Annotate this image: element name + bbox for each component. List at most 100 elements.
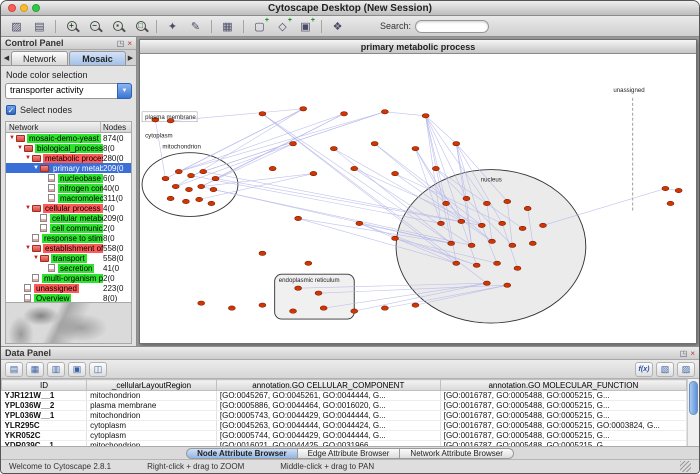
minimize-window-icon[interactable] <box>20 4 28 12</box>
zoom-fit-icon[interactable]: □ <box>130 17 151 35</box>
tree-row[interactable]: ▼cellular process4(0 <box>6 203 131 213</box>
network-node[interactable] <box>212 176 219 180</box>
network-node[interactable] <box>453 261 460 265</box>
network-node[interactable] <box>463 196 470 200</box>
expander-icon[interactable]: ▼ <box>24 245 32 251</box>
network-view-title[interactable]: primary metabolic process <box>140 40 696 54</box>
network-node[interactable] <box>412 303 419 307</box>
network-node[interactable] <box>198 301 205 305</box>
network-node[interactable] <box>269 166 276 170</box>
network-node[interactable] <box>371 141 378 145</box>
open-attribute-file-icon[interactable]: ▨ <box>677 362 695 377</box>
network-node[interactable] <box>392 236 399 240</box>
network-node[interactable] <box>167 196 174 200</box>
window-titlebar[interactable]: Cytoscape Desktop (New Session) <box>1 1 699 16</box>
network-node[interactable] <box>483 201 490 205</box>
table-row[interactable]: YLR295Ccytoplasm[GO:0045263, GO:0044444,… <box>2 421 687 431</box>
network-node[interactable] <box>210 187 217 191</box>
tree-row[interactable]: response to stimulu8(0 <box>6 233 131 243</box>
tab-scroll-left-icon[interactable]: ◀ <box>2 54 11 62</box>
network-node[interactable] <box>341 112 348 116</box>
network-node[interactable] <box>175 169 182 173</box>
tree-row[interactable]: secretion41(0 <box>6 263 131 273</box>
close-window-icon[interactable] <box>8 4 16 12</box>
network-node[interactable] <box>504 283 511 287</box>
tree-row[interactable]: multi-organism pro2(0 <box>6 273 131 283</box>
expander-icon[interactable]: ▼ <box>32 165 40 171</box>
tree-row[interactable]: unassigned223(0 <box>6 283 131 293</box>
network-node[interactable] <box>504 199 511 203</box>
tree-row[interactable]: ▼primary metabolic process209(0 <box>6 163 131 173</box>
network-node[interactable] <box>208 201 215 205</box>
expander-icon[interactable]: ▼ <box>32 255 40 261</box>
zoom-in-icon[interactable]: + <box>61 17 82 35</box>
node-color-combobox[interactable]: transporter activity ▼ <box>5 83 132 99</box>
network-edge[interactable] <box>191 176 441 224</box>
tree-row[interactable]: ▼establishment of lo558(0 <box>6 243 131 253</box>
network-node[interactable] <box>488 239 495 243</box>
network-node[interactable] <box>381 110 388 114</box>
add-edge-icon[interactable]: ◇+ <box>272 17 293 35</box>
formula-builder-icon[interactable]: f(x) <box>635 362 653 377</box>
network-node[interactable] <box>228 306 235 310</box>
vizmapper-icon[interactable]: ❖ <box>327 17 348 35</box>
tab-mosaic[interactable]: Mosaic <box>69 51 126 65</box>
network-overview-thumbnail[interactable] <box>5 303 132 344</box>
network-node[interactable] <box>356 221 363 225</box>
tree-row[interactable]: ▼mosaic-demo-yeast874(0 <box>6 133 131 143</box>
network-node[interactable] <box>483 281 490 285</box>
zoom-out-icon[interactable]: − <box>84 17 105 35</box>
tree-row[interactable]: ▼transport558(0 <box>6 253 131 263</box>
delete-attribute-icon[interactable]: ▥ <box>47 362 65 377</box>
network-node[interactable] <box>200 169 207 173</box>
network-node[interactable] <box>675 188 682 192</box>
tree-column-network[interactable]: Network <box>6 122 101 132</box>
expander-icon[interactable]: ▼ <box>24 155 32 161</box>
network-node[interactable] <box>422 114 429 118</box>
network-node[interactable] <box>259 112 266 116</box>
open-session-icon[interactable]: ▨ <box>6 17 27 35</box>
close-panel-icon[interactable]: × <box>127 39 132 48</box>
network-edge[interactable] <box>179 114 344 172</box>
tab-network-attribute-browser[interactable]: Network Attribute Browser <box>400 448 513 459</box>
float-panel-icon[interactable]: ◳ <box>117 39 125 48</box>
tree-row[interactable]: cell communicat2(0 <box>6 223 131 233</box>
table-row[interactable]: YPL036W__2plasma membrane[GO:0005886, GO… <box>2 401 687 411</box>
network-canvas-svg[interactable]: plasma membranecytoplasmmitochondrionnuc… <box>140 54 696 343</box>
network-node[interactable] <box>667 201 674 205</box>
network-node[interactable] <box>519 226 526 230</box>
delete-row-icon[interactable]: ◫ <box>89 362 107 377</box>
table-row[interactable]: YKR052Ccytoplasm[GO:0005744, GO:0044429,… <box>2 431 687 441</box>
resize-grip[interactable] <box>680 461 691 472</box>
compartment-mitochondrion[interactable] <box>142 153 238 217</box>
network-node[interactable] <box>172 184 179 188</box>
network-node[interactable] <box>473 263 480 267</box>
network-view-frame[interactable]: primary metabolic process plasma membran… <box>139 39 697 344</box>
network-node[interactable] <box>514 266 521 270</box>
network-node[interactable] <box>381 306 388 310</box>
network-node[interactable] <box>259 303 266 307</box>
network-node[interactable] <box>186 187 193 191</box>
network-node[interactable] <box>412 146 419 150</box>
network-node[interactable] <box>300 107 307 111</box>
combobox-arrow-icon[interactable]: ▼ <box>117 83 132 99</box>
tab-node-attribute-browser[interactable]: Node Attribute Browser <box>186 448 298 459</box>
network-node[interactable] <box>437 221 444 225</box>
show-graphics-details-icon[interactable]: ✦ <box>162 17 183 35</box>
tree-column-nodes[interactable]: Nodes <box>101 122 131 132</box>
network-node[interactable] <box>290 141 297 145</box>
column-header[interactable]: annotation.GO MOLECULAR_FUNCTION <box>440 380 686 391</box>
network-node[interactable] <box>315 291 322 295</box>
network-node[interactable] <box>351 166 358 170</box>
network-node[interactable] <box>524 206 531 210</box>
tree-row[interactable]: cellular metabol209(0 <box>6 213 131 223</box>
network-node[interactable] <box>432 166 439 170</box>
network-canvas[interactable]: plasma membranecytoplasmmitochondrionnuc… <box>140 54 696 343</box>
tree-row[interactable]: nucleobase6(0 <box>6 173 131 183</box>
network-node[interactable] <box>162 176 169 180</box>
network-node[interactable] <box>182 199 189 203</box>
table-row[interactable]: YPL036W__1mitochondrion[GO:0005743, GO:0… <box>2 411 687 421</box>
match-attribute-icon[interactable]: ▣ <box>68 362 86 377</box>
tree-row[interactable]: macromolecule311(0 <box>6 193 131 203</box>
create-network-view-icon[interactable]: ▣+ <box>295 17 316 35</box>
